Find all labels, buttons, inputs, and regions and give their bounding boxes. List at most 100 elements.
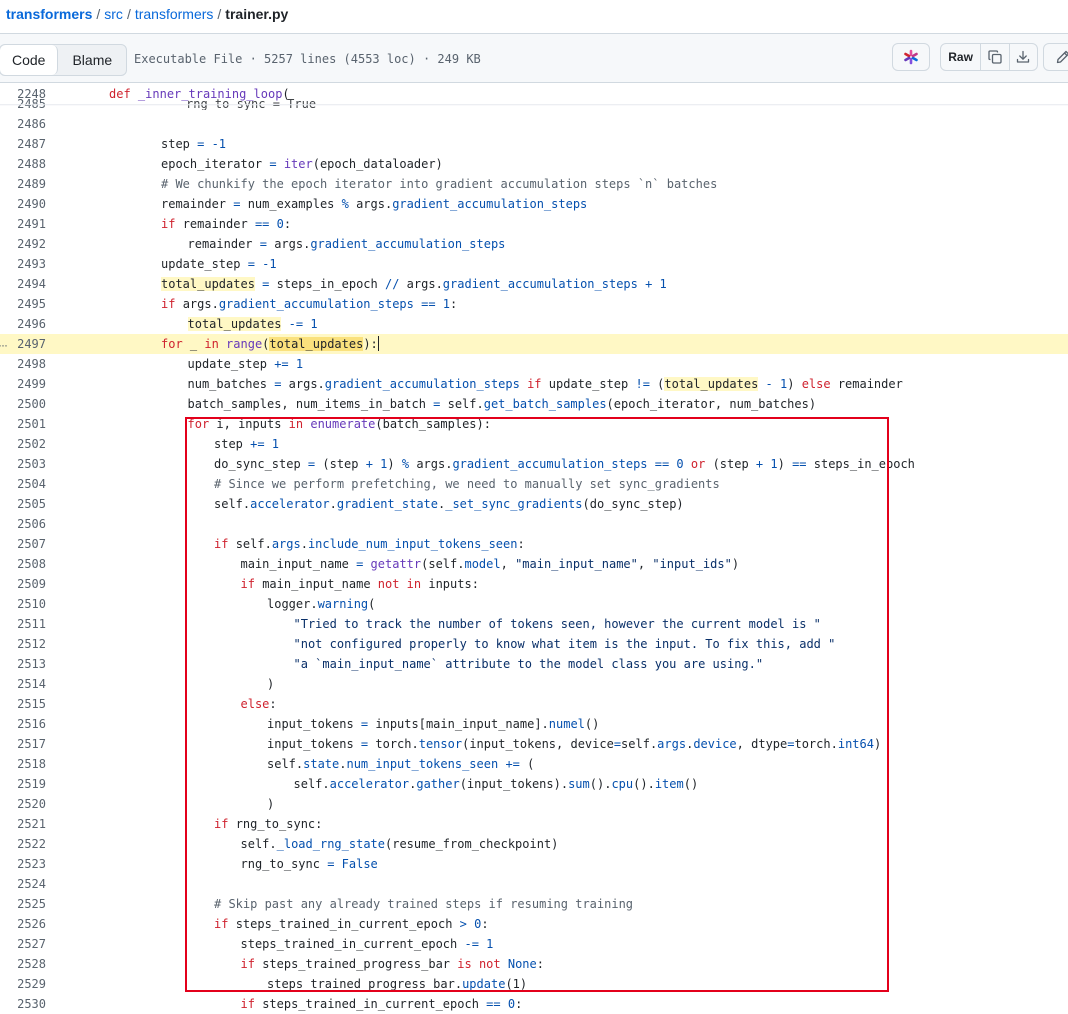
code-line[interactable]: 2496 total_updates -= 1 [0,314,1068,334]
code-line[interactable]: 2500 batch_samples, num_items_in_batch = … [0,394,1068,414]
line-number[interactable]: 2525 [0,894,46,914]
line-number[interactable]: 2492 [0,234,46,254]
sticky-function-header[interactable]: 2248 def _inner_training_loop( [0,84,1068,104]
line-number[interactable]: 2519 [0,774,46,794]
code-line[interactable]: 2507 if self.args.include_num_input_token… [0,534,1068,554]
line-number[interactable]: 2486 [0,114,46,134]
line-number[interactable]: 2502 [0,434,46,454]
breadcrumb-repo-link[interactable]: transformers [6,6,92,22]
code-line[interactable]: 2487 step = -1 [0,134,1068,154]
code-line[interactable]: 2498 update_step += 1 [0,354,1068,374]
line-number[interactable]: 2510 [0,594,46,614]
line-number[interactable]: 2501 [0,414,46,434]
code-line[interactable]: 2522 self._load_rng_state(resume_from_che… [0,834,1068,854]
line-number[interactable]: 2509 [0,574,46,594]
line-number[interactable]: 2515 [0,694,46,714]
line-number[interactable]: 2530 [0,994,46,1014]
download-raw-button[interactable] [1010,44,1037,70]
line-number[interactable]: 2498 [0,354,46,374]
code-line[interactable]: 2489 # We chunkify the epoch iterator int… [0,174,1068,194]
code-line[interactable]: 2511 "Tried to track the number of tokens… [0,614,1068,634]
code-line[interactable]: 2492 remainder = args.gradient_accumulati… [0,234,1068,254]
line-number[interactable]: 2522 [0,834,46,854]
code-line[interactable]: 2530 if steps_trained_in_current_epoch ==… [0,994,1068,1014]
code-tab[interactable]: Code [0,45,59,75]
line-number[interactable]: 2517 [0,734,46,754]
code-line[interactable]: 2508 main_input_name = getattr(self.model… [0,554,1068,574]
code-line[interactable]: 2519 self.accelerator.gather(input_tokens… [0,774,1068,794]
code-line[interactable]: 2493 update_step = -1 [0,254,1068,274]
line-number[interactable]: 2520 [0,794,46,814]
line-number[interactable]: 2526 [0,914,46,934]
code-line[interactable]: 2529 steps_trained_progress_bar.update(1) [0,974,1068,994]
code-line[interactable]: 2499 num_batches = args.gradient_accumula… [0,374,1068,394]
code-line[interactable]: 2514) [0,674,1068,694]
code-line[interactable]: 2505 self.accelerator.gradient_state._set… [0,494,1068,514]
line-number[interactable]: 2496 [0,314,46,334]
code-line[interactable]: 2510 logger.warning( [0,594,1068,614]
code-line[interactable]: 2490 remainder = num_examples % args.grad… [0,194,1068,214]
line-number[interactable]: 2513 [0,654,46,674]
line-number[interactable]: 2529 [0,974,46,994]
line-number[interactable]: 2488 [0,154,46,174]
line-number[interactable]: 2487 [0,134,46,154]
line-number[interactable]: 2523 [0,854,46,874]
line-number[interactable]: 2503 [0,454,46,474]
code-line[interactable]: 2527 steps_trained_in_current_epoch -= 1 [0,934,1068,954]
line-number[interactable]: 2499 [0,374,46,394]
line-number[interactable]: 2528 [0,954,46,974]
code-line[interactable]: 2515 else: [0,694,1068,714]
line-number[interactable]: 2506 [0,514,46,534]
code-line[interactable]: 2506 [0,514,1068,534]
line-number[interactable]: 2489 [0,174,46,194]
line-number[interactable]: 2493 [0,254,46,274]
code-line[interactable]: 2520) [0,794,1068,814]
line-number[interactable]: 2490 [0,194,46,214]
code-line[interactable]: 2491 if remainder == 0: [0,214,1068,234]
line-number[interactable]: 2508 [0,554,46,574]
code-line[interactable]: 2513 "a `main_input_name` attribute to th… [0,654,1068,674]
code-line[interactable]: 2528 if steps_trained_progress_bar is not… [0,954,1068,974]
code-line[interactable]: 2502 step += 1 [0,434,1068,454]
line-number[interactable]: 2512 [0,634,46,654]
line-number[interactable]: 2495 [0,294,46,314]
code-line[interactable]: 2503 do_sync_step = (step + 1) % args.gra… [0,454,1068,474]
edit-file-button[interactable] [1043,43,1068,71]
copilot-button[interactable] [892,43,930,71]
line-number[interactable]: 2504 [0,474,46,494]
line-number[interactable]: 2507 [0,534,46,554]
line-number[interactable]: 2527 [0,934,46,954]
line-number[interactable]: 2511 [0,614,46,634]
line-options-icon[interactable]: ··· [0,338,8,352]
code-line[interactable]: 2517 input_tokens = torch.tensor(input_to… [0,734,1068,754]
line-number[interactable]: 2494 [0,274,46,294]
line-number[interactable]: 2524 [0,874,46,894]
line-number[interactable]: 2505 [0,494,46,514]
line-number[interactable]: 2514 [0,674,46,694]
code-line[interactable]: 2488 epoch_iterator = iter(epoch_dataload… [0,154,1068,174]
line-number[interactable]: 2521 [0,814,46,834]
code-line[interactable]: 2494 total_updates = steps_in_epoch // ar… [0,274,1068,294]
code-line[interactable]: 2501 for i, inputs in enumerate(batch_sam… [0,414,1068,434]
breadcrumb-transformers-link[interactable]: transformers [135,6,214,22]
code-line[interactable]: 2521 if rng_to_sync: [0,814,1068,834]
line-number[interactable]: 2518 [0,754,46,774]
code-line[interactable]: 2516 input_tokens = inputs[main_input_nam… [0,714,1068,734]
code-line[interactable]: 2518 self.state.num_input_tokens_seen += … [0,754,1068,774]
code-line[interactable]: 2486 [0,114,1068,134]
copy-raw-button[interactable] [981,44,1010,70]
code-line[interactable]: 2523 rng_to_sync = False [0,854,1068,874]
raw-button[interactable]: Raw [941,44,982,70]
line-number[interactable]: 2500 [0,394,46,414]
code-line[interactable]: 2525 # Skip past any already trained step… [0,894,1068,914]
code-line[interactable]: 2504 # Since we perform prefetching, we n… [0,474,1068,494]
blame-tab[interactable]: Blame [58,45,126,75]
code-line[interactable]: 2497 for _ in range(total_updates): [0,334,1068,354]
code-line[interactable]: 2526 if steps_trained_in_current_epoch > … [0,914,1068,934]
code-line[interactable]: 2495 if args.gradient_accumulation_steps … [0,294,1068,314]
line-number[interactable]: 2516 [0,714,46,734]
line-number[interactable]: 2491 [0,214,46,234]
code-line[interactable]: 2509 if main_input_name not in inputs: [0,574,1068,594]
code-line[interactable]: 2512 "not configured properly to know wha… [0,634,1068,654]
code-line[interactable]: 2524 [0,874,1068,894]
